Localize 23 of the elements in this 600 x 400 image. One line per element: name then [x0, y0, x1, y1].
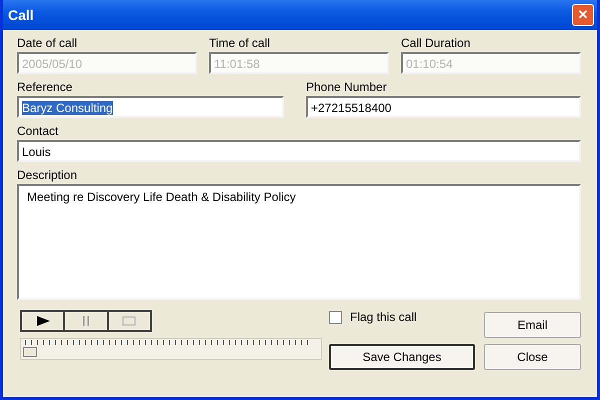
field-label: Description [17, 168, 78, 182]
position-slider[interactable] [20, 338, 322, 360]
description-field[interactable]: Meeting re Discovery Life Death & Disability Policy [17, 184, 581, 300]
field-label: Time of call [209, 36, 271, 50]
field-label: Phone Number [306, 80, 388, 94]
field-label: Contact [17, 124, 60, 138]
email-button[interactable]: Email [484, 312, 581, 338]
close-dialog-button[interactable]: Close [484, 344, 581, 370]
save-button[interactable]: Save Changes [329, 344, 475, 370]
field-label: Date of call [17, 36, 78, 50]
field-label: Reference [17, 80, 74, 94]
checkbox[interactable] [329, 310, 342, 324]
input-field[interactable]: Louis [17, 140, 581, 162]
slider-thumb[interactable] [23, 347, 37, 357]
input-field[interactable]: +27215518400 [306, 96, 581, 118]
pause-icon [80, 315, 91, 327]
field-label: Call Duration [401, 36, 472, 50]
input-field[interactable]: Baryz Consulting [17, 96, 284, 118]
play-icon [34, 315, 51, 327]
window-title: Call [8, 7, 34, 23]
stop-icon [122, 316, 136, 326]
checkbox-label: Flag this call [350, 310, 417, 324]
close-button[interactable]: ✕ [572, 4, 594, 26]
